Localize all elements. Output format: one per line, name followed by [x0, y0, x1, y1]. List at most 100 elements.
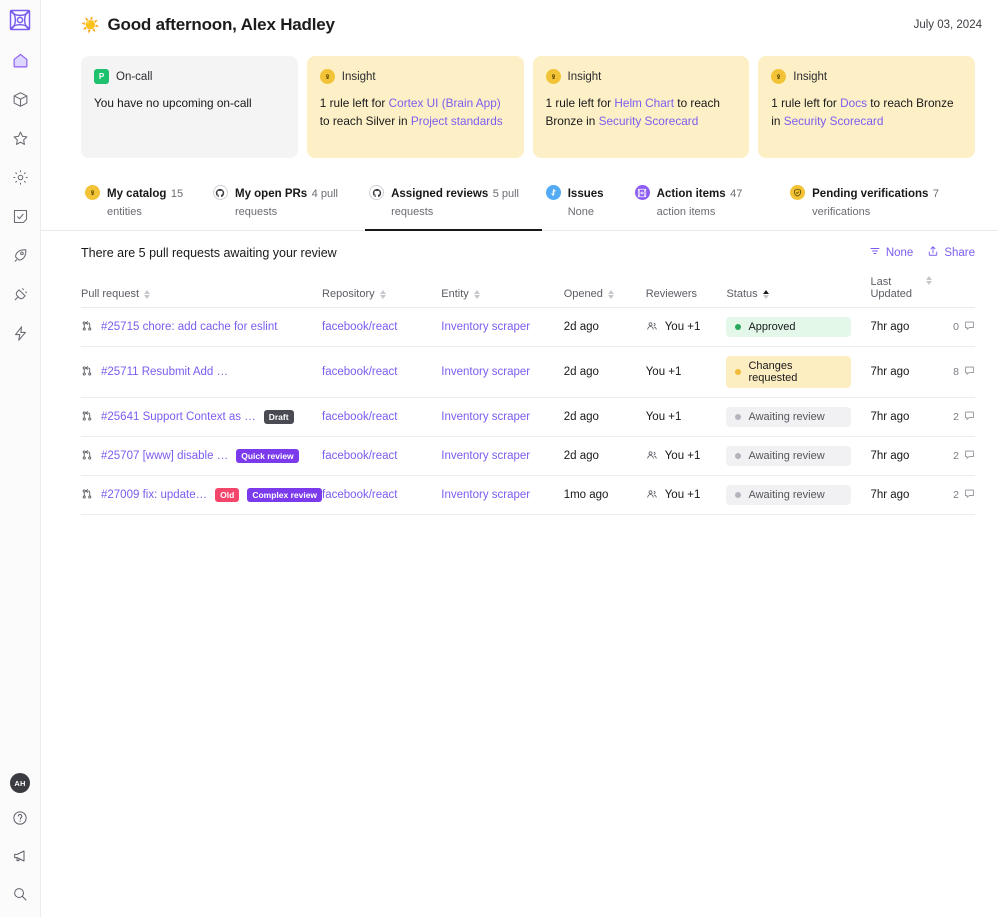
top-bar: ☀️ Good afternoon, Alex Hadley July 03, … — [41, 0, 998, 40]
tab-issues[interactable]: Issues None — [542, 178, 631, 231]
cell-pull-request[interactable]: #27009 fix: update… Old Complex review — [81, 475, 323, 515]
reviewers-label: You +1 — [645, 366, 682, 378]
col-header-status[interactable]: Status — [726, 276, 871, 308]
cell-pull-request[interactable]: #25641 Support Context as … Draft — [81, 397, 323, 437]
pull-request-link[interactable]: #25641 Support Context as … — [101, 411, 256, 423]
insight-card-3-body: 1 rule left for Docs to reach Bronze in … — [771, 95, 962, 130]
col-header-last-updated[interactable]: Last Updated — [870, 276, 943, 308]
avatar[interactable]: AH — [10, 773, 30, 793]
pull-request-link[interactable]: #25711 Resubmit Add … — [101, 366, 228, 378]
insight-card-1[interactable]: Insight 1 rule left for Cortex UI (Brain… — [306, 56, 524, 158]
col-header-entity[interactable]: Entity — [441, 276, 564, 308]
repository-link[interactable]: facebook/react — [322, 411, 397, 423]
table-row[interactable]: #27009 fix: update… Old Complex review face… — [81, 475, 975, 515]
share-icon — [927, 245, 939, 260]
repository-link[interactable]: facebook/react — [322, 450, 397, 462]
cortex-logo-icon[interactable] — [7, 7, 33, 33]
tab-my-open-prs[interactable]: My open PRs 4 pull requests — [209, 178, 365, 231]
pull-request-link[interactable]: #25707 [www] disable … — [101, 450, 228, 462]
entity-link[interactable]: Inventory scraper — [441, 411, 530, 423]
cell-entity[interactable]: Inventory scraper — [441, 436, 564, 476]
oncall-card[interactable]: P On-call You have no upcoming on-call — [81, 56, 298, 158]
cell-opened: 2d ago — [563, 307, 646, 347]
table-row[interactable]: #25711 Resubmit Add … facebook/react Inven… — [81, 346, 975, 398]
insight-3-scorecard-link[interactable]: Security Scorecard — [784, 114, 884, 128]
entity-link[interactable]: Inventory scraper — [441, 450, 530, 462]
col-header-repository[interactable]: Repository — [322, 276, 442, 308]
table-row[interactable]: #25715 chore: add cache for eslint facebo… — [81, 307, 975, 347]
insight-3-entity-link[interactable]: Docs — [840, 96, 867, 110]
sidebar-item-catalog[interactable] — [7, 86, 33, 112]
sidebar-item-home[interactable] — [7, 47, 33, 73]
search-icon[interactable] — [7, 881, 33, 907]
insight-card-3[interactable]: Insight 1 rule left for Docs to reach Br… — [758, 56, 975, 158]
cell-repository[interactable]: facebook/react — [322, 436, 442, 476]
insight-1-mid: to reach Silver in — [319, 113, 411, 128]
entity-link[interactable]: Inventory scraper — [441, 366, 530, 378]
status-dot — [735, 324, 742, 330]
sort-opened[interactable] — [607, 289, 614, 299]
reviewers-label: You +1 — [664, 450, 701, 462]
table-row[interactable]: #25641 Support Context as … Draft facebook… — [81, 397, 975, 437]
cell-pull-request[interactable]: #25707 [www] disable … Quick review — [81, 436, 323, 476]
cell-repository[interactable]: facebook/react — [322, 475, 442, 515]
repository-link[interactable]: facebook/react — [322, 489, 397, 501]
col-header-pull-request[interactable]: Pull request — [81, 276, 323, 308]
entity-link[interactable]: Inventory scraper — [441, 489, 530, 501]
sidebar-item-workflows[interactable] — [7, 320, 33, 346]
sidebar-item-integrations[interactable] — [7, 281, 33, 307]
insight-1-scorecard-link[interactable]: Project standards — [411, 114, 503, 128]
tab-pending-verifications[interactable]: Pending verifications 7 verifications — [786, 178, 975, 231]
tab-assigned-reviews-label: Assigned reviews — [391, 188, 489, 200]
col-header-opened[interactable]: Opened — [563, 276, 646, 308]
sort-entity[interactable] — [473, 289, 480, 299]
filter-icon — [869, 245, 881, 260]
tab-action-items[interactable]: Action items 47 action items — [631, 178, 786, 231]
sort-repository[interactable] — [379, 289, 386, 299]
sort-pull-request[interactable] — [144, 289, 151, 299]
pull-request-link[interactable]: #27009 fix: update… — [101, 489, 207, 501]
insight-2-entity-link[interactable]: Helm Chart — [614, 96, 674, 110]
insight-card-2[interactable]: Insight 1 rule left for Helm Chart to re… — [532, 56, 750, 158]
cell-pull-request[interactable]: #25715 chore: add cache for eslint — [81, 307, 323, 347]
insight-card-1-label: Insight — [341, 70, 376, 83]
status-label: Changes requested — [748, 360, 798, 384]
cell-entity[interactable]: Inventory scraper — [441, 307, 564, 347]
sidebar-item-favorites[interactable] — [7, 125, 33, 151]
megaphone-icon[interactable] — [7, 843, 33, 869]
tab-assigned-reviews[interactable]: Assigned reviews 5 pull requests — [365, 178, 542, 231]
tab-my-catalog[interactable]: My catalog 15 entities — [81, 178, 209, 231]
col-label-pull-request: Pull request — [81, 288, 140, 300]
table-row[interactable]: #25707 [www] disable … Quick review facebo… — [81, 436, 975, 476]
group-by-label: None — [885, 246, 914, 259]
cell-status: Awaiting review — [726, 436, 871, 476]
cell-entity[interactable]: Inventory scraper — [441, 397, 564, 437]
repository-link[interactable]: facebook/react — [322, 366, 397, 378]
sidebar-item-initiatives[interactable] — [7, 242, 33, 268]
pull-request-icon — [81, 410, 93, 425]
insight-1-entity-link[interactable]: Cortex UI (Brain App) — [389, 96, 501, 110]
sort-last-updated[interactable] — [926, 276, 933, 285]
question-icon[interactable] — [7, 805, 33, 831]
col-label-repository: Repository — [322, 288, 375, 300]
main-content: ☀️ Good afternoon, Alex Hadley July 03, … — [41, 0, 998, 917]
cell-repository[interactable]: facebook/react — [322, 346, 442, 398]
col-label-entity: Entity — [441, 288, 469, 300]
share-button[interactable]: Share — [927, 245, 975, 260]
pull-request-link[interactable]: #25715 chore: add cache for eslint — [101, 321, 277, 333]
jira-icon — [545, 185, 561, 200]
sidebar-item-settings[interactable] — [7, 164, 33, 190]
sort-status[interactable] — [762, 289, 769, 299]
insight-2-scorecard-link[interactable]: Security Scorecard — [599, 114, 699, 128]
sidebar-item-scorecards[interactable] — [7, 203, 33, 229]
group-by-button[interactable]: None — [869, 245, 914, 260]
cell-repository[interactable]: facebook/react — [322, 397, 442, 437]
cell-entity[interactable]: Inventory scraper — [441, 475, 564, 515]
cell-entity[interactable]: Inventory scraper — [441, 346, 564, 398]
cell-pull-request[interactable]: #25711 Resubmit Add … — [81, 346, 323, 398]
cell-repository[interactable]: facebook/react — [322, 307, 442, 347]
repository-link[interactable]: facebook/react — [322, 321, 397, 333]
tab-issues-sub: None — [567, 206, 595, 218]
entity-link[interactable]: Inventory scraper — [441, 321, 530, 333]
insight-card-2-body: 1 rule left for Helm Chart to reach Bron… — [546, 95, 737, 130]
